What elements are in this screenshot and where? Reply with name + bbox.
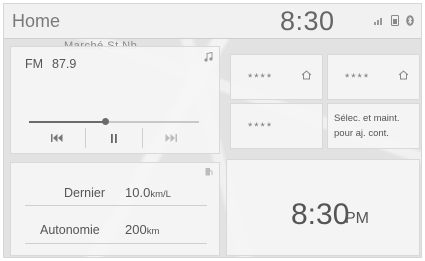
status-bar: Home 8:30 [4,4,421,39]
status-icons [374,15,414,26]
signal-icon [374,18,382,25]
eco-row-value: 200km [125,222,159,237]
preset-hint: Sélec. et maint. pour aj. cont. [334,111,399,141]
clock-ampm: PM [345,210,369,227]
clock-tile[interactable]: 8:30 PM [226,159,420,256]
eco-row-value: 10.0km/L [125,185,171,200]
preset-destination-1[interactable]: **** [230,54,323,100]
status-clock: 8:30 [280,6,335,36]
tuning-progress-fill [29,121,106,123]
eco-row-label: Autonomie [40,223,100,237]
radio-frequency: 87.9 [52,57,77,71]
head-unit-screen: Home 8:30 Marché St.Nb FM 87.9 [3,3,422,258]
tuning-progress-bar [29,118,199,125]
preset-destination-3[interactable]: **** [230,103,323,149]
tuning-progress-knob[interactable] [102,118,109,125]
preset-hint-line2: pour aj. cont. [334,128,389,139]
skip-back-icon [51,134,63,142]
home-icon [301,70,312,80]
seek-forward-button[interactable] [143,128,199,148]
eco-value-number: 10.0 [125,185,151,200]
clock-time: 8:30 [291,198,350,231]
preset-destination-2[interactable]: **** [327,54,420,100]
audio-tile[interactable]: FM 87.9 [10,46,220,154]
preset-hint-line1: Sélec. et maint. [334,113,400,124]
fuel-economy-tile[interactable]: Dernier 10.0km/L Autonomie 200km [10,162,220,256]
eco-row-label: Dernier [64,186,105,200]
pause-button[interactable] [86,128,143,148]
seek-back-button[interactable] [29,128,86,148]
music-note-icon [204,52,213,62]
pause-icon [111,133,117,143]
eco-value-unit: km/L [150,189,171,200]
preset-label: **** [248,121,274,133]
phone-battery-icon [391,15,399,26]
preset-label: **** [345,72,371,84]
home-icon [398,70,409,80]
preset-label: **** [248,72,274,84]
fuel-pump-icon [205,168,213,176]
divider [25,205,207,206]
divider [25,243,207,244]
skip-forward-icon [165,134,177,142]
radio-controls [29,128,199,148]
eco-value-unit: km [146,226,160,237]
bluetooth-icon [406,15,414,26]
preset-add-contact[interactable]: Sélec. et maint. pour aj. cont. [327,103,420,149]
eco-value-number: 200 [125,222,147,237]
radio-band: FM [25,57,44,71]
screen-title: Home [12,11,61,31]
